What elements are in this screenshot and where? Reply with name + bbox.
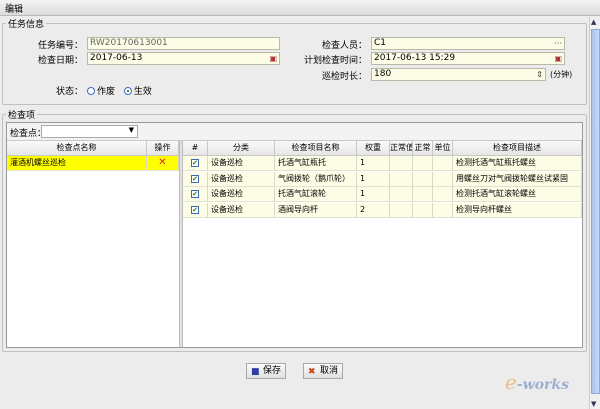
cancel-icon: ✖ (308, 367, 316, 377)
cell-normal1 (390, 156, 413, 171)
duration-label: 巡检时长： (321, 72, 367, 82)
cell-category: 设备巡检 (208, 187, 275, 202)
cell-name: 托酒气缸滚轮 (275, 187, 357, 202)
col-index[interactable]: # (183, 141, 208, 156)
cell-name: 托酒气缸瓶托 (275, 156, 357, 171)
calendar-icon[interactable]: ▣ (554, 53, 562, 64)
planned-time-input[interactable]: 2017-06-13 15:29 ▣ (371, 52, 565, 65)
duration-unit: (分钟) (550, 70, 573, 79)
check-date-input[interactable]: 2017-06-13 ▣ (87, 52, 280, 65)
checkbox-icon[interactable]: ✔ (191, 159, 199, 167)
inspector-label: 检查人员： (321, 41, 367, 51)
spinner-icon[interactable]: ⇕ (536, 69, 543, 80)
inspector-value: C1 (374, 38, 387, 48)
e-works-watermark-logo: e-works (505, 370, 570, 394)
cell-unit (433, 202, 453, 218)
cell-category: 设备巡检 (208, 202, 275, 218)
col-normal-2[interactable]: 正常 (413, 141, 433, 156)
cell-name: 气阀拨轮（鹅爪轮） (275, 171, 357, 187)
scroll-up-icon[interactable]: ▲ (591, 18, 596, 26)
cell-unit (433, 171, 453, 187)
checkbox-icon[interactable]: ✔ (191, 205, 199, 214)
checkpoint-toolbar: 检查点： ▼ (7, 123, 582, 141)
delete-icon[interactable]: ✕ (147, 156, 179, 171)
cell-unit (433, 156, 453, 171)
cell-desc: 检测导向杆螺丝 (453, 202, 582, 218)
status-radio-void[interactable]: 作废 (87, 87, 115, 97)
vertical-scrollbar[interactable]: ▲ ▼ (589, 17, 600, 409)
duration-value: 180 (374, 69, 392, 79)
cell-normal2 (413, 171, 433, 187)
check-items-panel: 检查点： ▼ 检查点名称 操作 灌酒机螺丝巡检 ✕ # 分类 检查项目名称 权重 正常值… (6, 122, 583, 348)
checkbox-icon[interactable]: ✔ (191, 190, 199, 198)
status-label: 状态： (55, 87, 83, 97)
col-unit[interactable]: 单位 (433, 141, 453, 156)
status-radio-active[interactable]: 生效 (123, 87, 152, 97)
status-radio-group: 作废 生效 (87, 84, 152, 97)
cell-weight: 1 (357, 187, 390, 202)
cell-desc: 检测托酒气缸瓶托螺丝 (453, 156, 582, 171)
check-date-label: 检查日期： (37, 56, 83, 66)
row-checkbox[interactable]: ✔ (183, 202, 208, 218)
row-checkbox[interactable]: ✔ (183, 187, 208, 202)
check-date-value: 2017-06-13 (90, 53, 143, 63)
row-checkbox[interactable]: ✔ (183, 156, 208, 171)
cell-weight: 1 (357, 156, 390, 171)
cell-normal2 (413, 202, 433, 218)
checkpoint-grid: 检查点名称 操作 灌酒机螺丝巡检 ✕ (7, 141, 179, 347)
cell-name: 酒阀导向杆 (275, 202, 357, 218)
task-no-input[interactable]: RW20170613001 (87, 37, 280, 50)
calendar-icon[interactable]: ▣ (269, 53, 277, 64)
col-checkpoint-name[interactable]: 检查点名称 (7, 141, 147, 156)
cell-category: 设备巡检 (208, 156, 275, 171)
cell-normal1 (390, 187, 413, 202)
cell-normal1 (390, 171, 413, 187)
save-button[interactable]: ■ 保存 (246, 363, 286, 379)
col-description[interactable]: 检查项目描述 (453, 141, 582, 156)
checkpoint-select[interactable]: ▼ (41, 125, 138, 138)
duration-stepper[interactable]: 180 ⇕ (371, 68, 546, 81)
save-icon: ■ (251, 367, 260, 377)
row-checkbox[interactable]: ✔ (183, 171, 208, 187)
chevron-down-icon: ▼ (128, 126, 134, 134)
checkbox-icon[interactable]: ✔ (191, 174, 199, 183)
close-icon[interactable]: ✕ (5, 2, 596, 12)
inspector-input[interactable]: C1 ··· (371, 37, 565, 50)
planned-time-label: 计划检查时间： (303, 56, 367, 66)
col-category[interactable]: 分类 (208, 141, 275, 156)
col-action[interactable]: 操作 (147, 141, 179, 156)
col-normal-1[interactable]: 正常值 (390, 141, 413, 156)
cell-category: 设备巡检 (208, 171, 275, 187)
cell-desc: 用螺丝刀对气阀拨轮螺丝试紧固 (453, 171, 582, 187)
scroll-down-icon[interactable]: ▼ (591, 400, 596, 408)
cell-normal1 (390, 202, 413, 218)
scrollbar-thumb[interactable] (591, 29, 600, 394)
cell-weight: 2 (357, 202, 390, 218)
col-item-name[interactable]: 检查项目名称 (275, 141, 357, 156)
col-weight[interactable]: 权重 (357, 141, 390, 156)
task-no-label: 任务编号： (37, 41, 83, 51)
cancel-button[interactable]: ✖ 取消 (303, 363, 343, 379)
task-info-legend: 任务信息 (8, 20, 45, 30)
more-icon[interactable]: ··· (554, 38, 562, 49)
cell-weight: 1 (357, 171, 390, 187)
cell-desc: 检测托酒气缸滚轮螺丝 (453, 187, 582, 202)
check-item-grid: # 分类 检查项目名称 权重 正常值 正常 单位 检查项目描述 ✔ 设备巡检 托酒气缸瓶托 1 检测托酒… (183, 141, 582, 347)
check-items-legend: 检查项 (8, 111, 36, 121)
title-bar: 编辑 ✕ (0, 0, 600, 16)
planned-time-value: 2017-06-13 15:29 (374, 53, 456, 63)
cell-normal2 (413, 187, 433, 202)
cell-normal2 (413, 156, 433, 171)
checkpoint-name-cell[interactable]: 灌酒机螺丝巡检 (7, 156, 147, 171)
cell-unit (433, 187, 453, 202)
